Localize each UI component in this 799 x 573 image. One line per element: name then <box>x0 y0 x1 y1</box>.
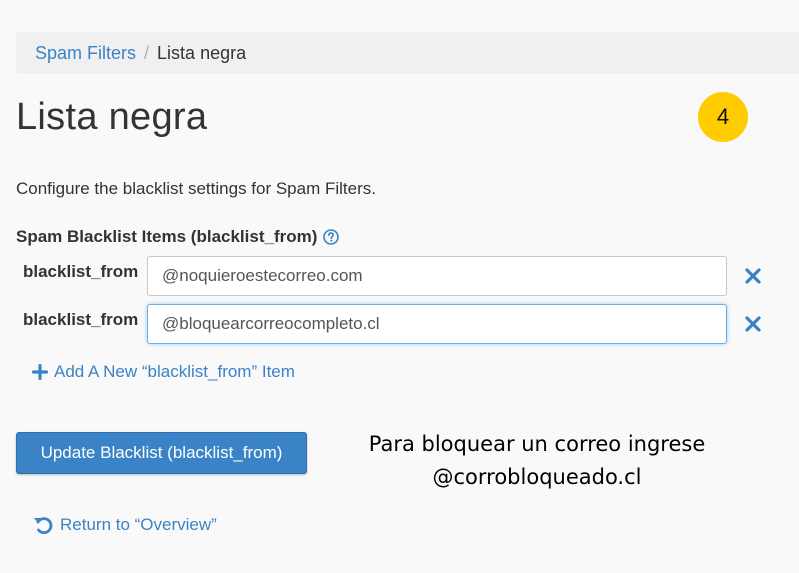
step-badge: 4 <box>698 92 748 142</box>
update-blacklist-button[interactable]: Update Blacklist (blacklist_from) <box>16 432 307 474</box>
page-title: Lista negra <box>16 96 208 138</box>
return-link-label: Return to “Overview” <box>60 515 217 534</box>
close-icon <box>745 316 761 332</box>
section-label: Spam Blacklist Items (blacklist_from) <box>16 227 340 247</box>
item-label: blacklist_from <box>23 262 139 281</box>
blacklist-item-input[interactable] <box>147 256 727 296</box>
blacklist-item-input[interactable] <box>147 304 727 344</box>
annotation-text: Para bloquear un correo ingrese @corrobl… <box>337 428 737 494</box>
item-label: blacklist_from <box>23 310 139 329</box>
breadcrumb-current: Lista negra <box>157 42 247 63</box>
annotation-line-2: @corrobloqueado.cl <box>432 465 642 489</box>
page-description: Configure the blacklist settings for Spa… <box>16 179 376 198</box>
add-item-label: Add A New “blacklist_from” Item <box>54 362 295 381</box>
breadcrumb-link-spam-filters[interactable]: Spam Filters <box>35 43 136 64</box>
close-icon <box>745 268 761 284</box>
breadcrumb: Spam Filters / Lista negra <box>16 32 799 74</box>
annotation-line-1: Para bloquear un correo ingrese <box>368 432 706 456</box>
breadcrumb-separator: / <box>144 42 150 63</box>
help-icon[interactable] <box>323 229 340 245</box>
return-to-overview-link[interactable]: Return to “Overview” <box>32 514 217 536</box>
remove-item-button[interactable] <box>743 266 763 286</box>
add-item-link[interactable]: Add A New “blacklist_from” Item <box>32 362 295 382</box>
section-label-text: Spam Blacklist Items (blacklist_from) <box>16 227 318 246</box>
plus-icon <box>32 364 48 380</box>
remove-item-button[interactable] <box>743 314 763 334</box>
undo-icon <box>34 517 53 535</box>
